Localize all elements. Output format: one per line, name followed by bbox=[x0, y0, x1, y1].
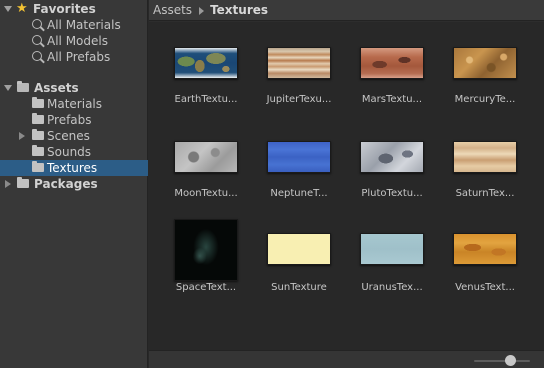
asset-tile-saturn[interactable]: SaturnTex... bbox=[441, 135, 529, 215]
status-bar bbox=[149, 350, 544, 368]
asset-tile-venus[interactable]: VenusText... bbox=[441, 217, 529, 297]
neptune-texture-thumbnail bbox=[267, 141, 331, 173]
asset-tile-neptune[interactable]: NeptuneT... bbox=[255, 135, 343, 215]
folder-item-sounds[interactable]: Sounds bbox=[0, 144, 148, 160]
favorite-item-label: All Prefabs bbox=[47, 50, 111, 64]
asset-tile-mercury[interactable]: MercuryTe... bbox=[441, 41, 529, 121]
folder-item-label: Prefabs bbox=[47, 113, 92, 127]
folder-item-label: Textures bbox=[47, 161, 98, 175]
asset-tile-label: MercuryTe... bbox=[454, 94, 516, 105]
asset-tile-pluto[interactable]: PlutoTextu... bbox=[348, 135, 436, 215]
asset-tile-label: JupiterTexu... bbox=[266, 94, 332, 105]
expand-arrow-icon[interactable] bbox=[4, 85, 12, 91]
asset-tile-label: NeptuneT... bbox=[270, 188, 328, 199]
asset-tile-label: MoonTextu... bbox=[174, 188, 238, 199]
folder-icon bbox=[32, 129, 44, 140]
asset-tile-label: SunTexture bbox=[271, 282, 327, 293]
folder-item-textures[interactable]: Textures bbox=[0, 160, 148, 176]
expand-arrow-icon[interactable] bbox=[5, 180, 11, 188]
folder-open-icon bbox=[17, 81, 29, 92]
pluto-texture-thumbnail bbox=[360, 141, 424, 173]
tree-item-assets[interactable]: Assets bbox=[0, 80, 148, 96]
thumbnail-size-slider[interactable] bbox=[474, 360, 530, 362]
breadcrumb-assets[interactable]: Assets bbox=[153, 3, 192, 17]
venus-texture-thumbnail bbox=[453, 233, 517, 265]
slider-handle[interactable] bbox=[505, 355, 516, 366]
search-icon bbox=[32, 51, 42, 61]
asset-tile-label: SpaceText... bbox=[175, 282, 237, 293]
asset-tile-moon[interactable]: MoonTextu... bbox=[162, 135, 250, 215]
mercury-texture-thumbnail bbox=[453, 47, 517, 79]
asset-browser-panel: Assets Textures EarthTextu... JupiterTexu… bbox=[149, 0, 544, 368]
favorite-item-label: All Models bbox=[47, 34, 108, 48]
expand-arrow-icon[interactable] bbox=[4, 6, 12, 12]
folder-icon bbox=[32, 113, 44, 124]
sun-texture-thumbnail bbox=[267, 233, 331, 265]
mars-texture-thumbnail bbox=[360, 47, 424, 79]
folder-icon bbox=[17, 177, 29, 188]
folder-item-materials[interactable]: Materials bbox=[0, 96, 148, 112]
tree-item-label: Packages bbox=[34, 177, 98, 191]
asset-tile-label: SaturnTex... bbox=[455, 188, 515, 199]
chevron-right-icon bbox=[199, 6, 205, 15]
breadcrumb: Assets Textures bbox=[149, 0, 544, 21]
search-icon bbox=[32, 19, 42, 29]
asset-tile-space[interactable]: SpaceText... bbox=[162, 217, 250, 297]
folder-item-prefabs[interactable]: Prefabs bbox=[0, 112, 148, 128]
moon-texture-thumbnail bbox=[174, 141, 238, 173]
folder-item-label: Sounds bbox=[47, 145, 92, 159]
folder-item-label: Scenes bbox=[47, 129, 90, 143]
asset-tile-sun[interactable]: SunTexture bbox=[255, 217, 343, 297]
tree-item-favorites[interactable]: ★ Favorites bbox=[0, 1, 148, 17]
uranus-texture-thumbnail bbox=[360, 233, 424, 265]
tree-item-label: Favorites bbox=[33, 2, 96, 16]
favorite-item-all-materials[interactable]: All Materials bbox=[0, 17, 148, 33]
asset-tile-label: MarsTextu... bbox=[361, 94, 423, 105]
asset-tile-earth[interactable]: EarthTextu... bbox=[162, 41, 250, 121]
star-icon: ★ bbox=[16, 1, 28, 16]
asset-tile-mars[interactable]: MarsTextu... bbox=[348, 41, 436, 121]
breadcrumb-textures[interactable]: Textures bbox=[210, 3, 268, 17]
favorite-item-label: All Materials bbox=[47, 18, 121, 32]
asset-tile-label: UranusTex... bbox=[361, 282, 423, 293]
folder-icon bbox=[32, 145, 44, 156]
favorite-item-all-prefabs[interactable]: All Prefabs bbox=[0, 49, 148, 65]
folder-item-scenes[interactable]: Scenes bbox=[0, 128, 148, 144]
folder-icon bbox=[32, 97, 44, 108]
asset-tile-label: VenusText... bbox=[455, 282, 515, 293]
folder-item-label: Materials bbox=[47, 97, 103, 111]
asset-tile-jupiter[interactable]: JupiterTexu... bbox=[255, 41, 343, 121]
asset-tile-uranus[interactable]: UranusTex... bbox=[348, 217, 436, 297]
tree-item-packages[interactable]: Packages bbox=[0, 176, 148, 192]
favorite-item-all-models[interactable]: All Models bbox=[0, 33, 148, 49]
search-icon bbox=[32, 35, 42, 45]
earth-texture-thumbnail bbox=[174, 47, 238, 79]
space-texture-thumbnail bbox=[174, 219, 238, 281]
asset-grid: EarthTextu... JupiterTexu... MarsTextu..… bbox=[149, 22, 544, 350]
saturn-texture-thumbnail bbox=[453, 141, 517, 173]
folder-icon bbox=[32, 161, 44, 172]
expand-arrow-icon[interactable] bbox=[19, 132, 25, 140]
asset-tile-label: PlutoTextu... bbox=[361, 188, 423, 199]
jupiter-texture-thumbnail bbox=[267, 47, 331, 79]
asset-tile-label: EarthTextu... bbox=[174, 94, 238, 105]
tree-item-label: Assets bbox=[34, 81, 79, 95]
project-tree-panel: ★ Favorites All Materials All Models All… bbox=[0, 0, 148, 368]
